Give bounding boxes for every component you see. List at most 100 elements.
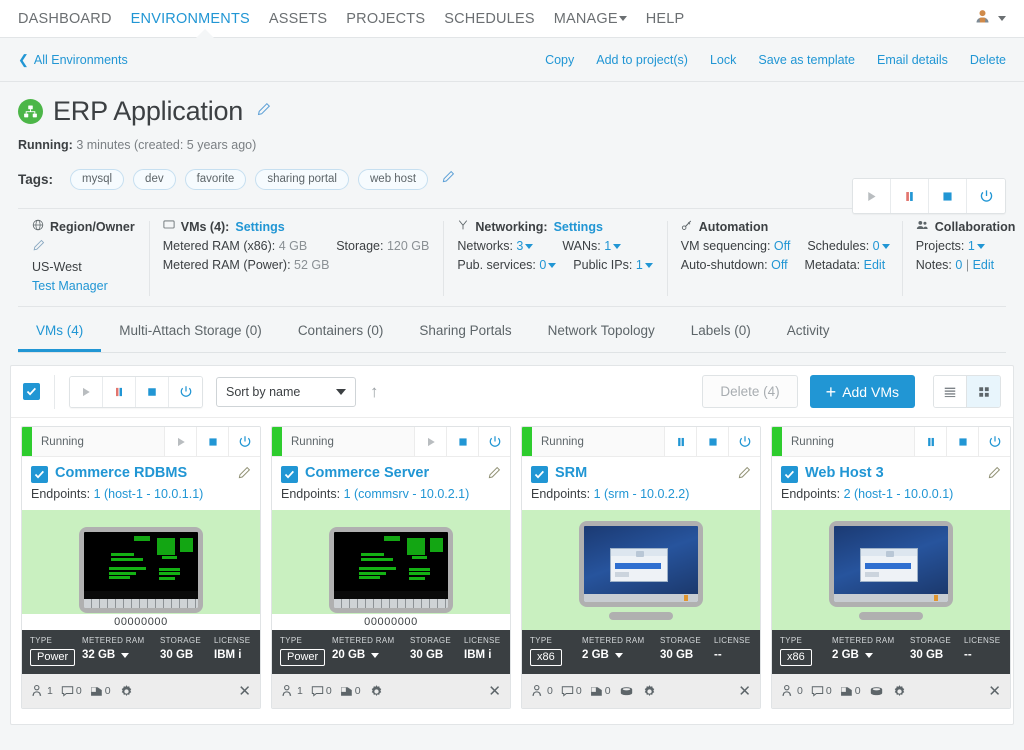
vm-name[interactable]: SRM (555, 465, 587, 482)
ram-dropdown-caret[interactable] (614, 652, 623, 658)
vm-stop-button[interactable] (196, 427, 228, 456)
pencil-icon[interactable] (237, 466, 251, 485)
vms-settings-link[interactable]: Settings (235, 220, 284, 234)
note-icon[interactable]: 0 (340, 685, 361, 698)
comment-icon[interactable]: 0 (811, 685, 832, 698)
vm-console-thumbnail[interactable] (522, 510, 760, 630)
metadata-edit-link[interactable]: Edit (864, 258, 886, 272)
owner-link[interactable]: Test Manager (32, 279, 135, 293)
gear-icon[interactable] (369, 684, 384, 699)
close-icon[interactable]: ✕ (238, 684, 251, 699)
schedules-dropdown-caret[interactable] (881, 244, 890, 249)
close-icon[interactable]: ✕ (988, 684, 1001, 699)
tab-containers-0[interactable]: Containers (0) (280, 323, 402, 352)
add-vms-button[interactable]: + Add VMs (809, 375, 915, 408)
pub-services-dropdown-caret[interactable] (548, 263, 557, 268)
gear-icon[interactable] (892, 684, 907, 699)
users-icon[interactable]: 1 (31, 684, 53, 698)
bulk-play-button[interactable] (70, 376, 103, 407)
comment-icon[interactable]: 0 (561, 685, 582, 698)
projects-dropdown-caret[interactable] (976, 244, 985, 249)
vm-play-button[interactable] (414, 427, 446, 456)
note-icon[interactable]: 0 (590, 685, 611, 698)
tag-chip[interactable]: mysql (70, 169, 125, 190)
nav-item-manage[interactable]: MANAGE (554, 11, 627, 27)
public-ips-dropdown-caret[interactable] (644, 263, 653, 268)
vm-stop-button[interactable] (446, 427, 478, 456)
tab-activity[interactable]: Activity (769, 323, 848, 352)
nav-item-dashboard[interactable]: DASHBOARD (18, 11, 112, 27)
vm-stop-button[interactable] (696, 427, 728, 456)
vm-power-button[interactable] (978, 427, 1010, 456)
notes-edit-link[interactable]: Edit (973, 258, 995, 272)
environment-stop-button[interactable] (929, 179, 967, 213)
sort-select[interactable]: Sort by name (216, 376, 356, 407)
notes-value[interactable]: 0 (955, 258, 962, 272)
close-icon[interactable]: ✕ (738, 684, 751, 699)
vm-pause-button[interactable] (664, 427, 696, 456)
sort-direction-button[interactable]: ↑ (370, 383, 379, 400)
comment-icon[interactable]: 0 (61, 685, 82, 698)
chevron-down-icon[interactable] (998, 16, 1006, 21)
users-icon[interactable]: 0 (781, 684, 803, 698)
pencil-icon[interactable] (487, 466, 501, 485)
environment-play-button[interactable] (853, 179, 891, 213)
tab-network-topology[interactable]: Network Topology (530, 323, 673, 352)
users-icon[interactable]: 1 (281, 684, 303, 698)
tag-chip[interactable]: dev (133, 169, 176, 190)
vm-name[interactable]: Commerce RDBMS (55, 465, 187, 482)
action-email-details[interactable]: Email details (877, 53, 948, 67)
list-view-icon[interactable] (934, 376, 967, 407)
region-pencil-icon[interactable] (32, 239, 45, 255)
bulk-stop-button[interactable] (136, 376, 169, 407)
ram-dropdown-caret[interactable] (864, 652, 873, 658)
vm-name[interactable]: Commerce Server (305, 465, 429, 482)
users-icon[interactable]: 0 (531, 684, 553, 698)
disk-icon[interactable] (869, 685, 884, 698)
action-add-to-project-s[interactable]: Add to project(s) (596, 53, 688, 67)
vm-power-button[interactable] (728, 427, 760, 456)
comment-icon[interactable]: 0 (311, 685, 332, 698)
vm-power-button[interactable] (228, 427, 260, 456)
bulk-pause-button[interactable] (103, 376, 136, 407)
vm-select-checkbox[interactable] (281, 466, 298, 483)
public-ips-value[interactable]: 1 (636, 258, 643, 272)
nav-item-schedules[interactable]: SCHEDULES (444, 11, 534, 27)
networking-settings-link[interactable]: Settings (554, 220, 603, 234)
nav-item-environments[interactable]: ENVIRONMENTS (131, 11, 250, 27)
note-icon[interactable]: 0 (90, 685, 111, 698)
action-lock[interactable]: Lock (710, 53, 736, 67)
delete-button[interactable]: Delete (4) (702, 375, 798, 408)
select-all-checkbox[interactable] (23, 383, 40, 400)
vm-select-checkbox[interactable] (531, 466, 548, 483)
schedules-value[interactable]: 0 (873, 239, 880, 253)
nav-item-assets[interactable]: ASSETS (269, 11, 327, 27)
vm-console-thumbnail[interactable]: 00000000 (272, 510, 510, 630)
projects-value[interactable]: 1 (968, 239, 975, 253)
tag-chip[interactable]: favorite (184, 169, 247, 190)
tab-multi-attach-storage-0[interactable]: Multi-Attach Storage (0) (101, 323, 280, 352)
tag-chip[interactable]: web host (358, 169, 429, 190)
action-delete[interactable]: Delete (970, 53, 1006, 67)
tab-labels-0[interactable]: Labels (0) (673, 323, 769, 352)
action-copy[interactable]: Copy (545, 53, 574, 67)
endpoints-value[interactable]: 1 (commsrv - 10.0.2.1) (344, 487, 470, 501)
networks-dropdown-caret[interactable] (525, 244, 534, 249)
networks-value[interactable]: 3 (516, 239, 523, 253)
vm-console-thumbnail[interactable]: 00000000 (22, 510, 260, 630)
close-icon[interactable]: ✕ (488, 684, 501, 699)
disk-icon[interactable] (619, 685, 634, 698)
environment-pause-button[interactable] (891, 179, 929, 213)
bulk-power-button[interactable] (169, 376, 202, 407)
tab-vms-4[interactable]: VMs (4) (18, 323, 102, 352)
pencil-icon[interactable] (737, 466, 751, 485)
vm-power-button[interactable] (478, 427, 510, 456)
pencil-icon[interactable] (256, 102, 271, 122)
auto-shutdown-value[interactable]: Off (771, 258, 787, 272)
grid-view-icon[interactable] (967, 376, 1000, 407)
vm-select-checkbox[interactable] (31, 466, 48, 483)
action-save-as-template[interactable]: Save as template (758, 53, 855, 67)
nav-item-projects[interactable]: PROJECTS (346, 11, 425, 27)
note-icon[interactable]: 0 (840, 685, 861, 698)
back-to-all-environments-link[interactable]: ❮ All Environments (18, 53, 128, 67)
